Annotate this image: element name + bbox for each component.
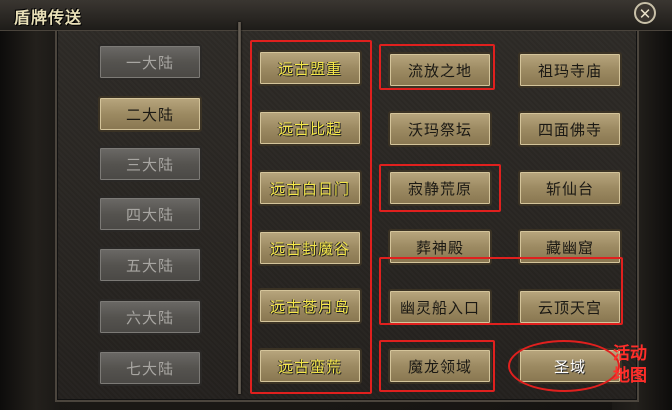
ancient-map-button[interactable]: 远古盟重 — [258, 50, 362, 86]
map-button[interactable]: 祖玛寺庙 — [518, 52, 622, 88]
map-button[interactable]: 魔龙领域 — [388, 348, 492, 384]
continent-button[interactable]: 一大陆 — [98, 44, 202, 80]
title-bar: 盾牌传送 ✕ — [0, 0, 672, 31]
map-button[interactable]: 幽灵船入口 — [388, 289, 492, 325]
close-icon: ✕ — [638, 5, 652, 23]
column-divider — [238, 22, 241, 394]
ancient-map-button[interactable]: 远古苍月岛 — [258, 288, 362, 324]
map-button-event[interactable]: 圣域 — [518, 348, 622, 384]
map-button[interactable]: 寂静荒原 — [388, 170, 492, 206]
map-button[interactable]: 云顶天宫 — [518, 289, 622, 325]
ancient-map-button[interactable]: 远古封魔谷 — [258, 230, 362, 266]
continent-button-selected[interactable]: 二大陆 — [98, 96, 202, 132]
window-title: 盾牌传送 — [14, 8, 83, 27]
annotation-line-2: 地图 — [613, 366, 647, 386]
map-button[interactable]: 斩仙台 — [518, 170, 622, 206]
continent-button[interactable]: 五大陆 — [98, 247, 202, 283]
continent-button[interactable]: 三大陆 — [98, 146, 202, 182]
continent-button[interactable]: 七大陆 — [98, 350, 202, 386]
map-button[interactable]: 流放之地 — [388, 52, 492, 88]
map-button[interactable]: 沃玛祭坛 — [388, 111, 492, 147]
ancient-map-button[interactable]: 远古蛮荒 — [258, 348, 362, 384]
map-button[interactable]: 四面佛寺 — [518, 111, 622, 147]
continent-button[interactable]: 六大陆 — [98, 299, 202, 335]
map-button[interactable]: 藏幽窟 — [518, 229, 622, 265]
annotation-line-1: 活动 — [613, 344, 647, 364]
ancient-map-button[interactable]: 远古比起 — [258, 110, 362, 146]
continent-button[interactable]: 四大陆 — [98, 196, 202, 232]
activity-map-annotation: 活动 地图 — [613, 343, 659, 387]
close-button[interactable]: ✕ — [634, 2, 656, 24]
left-ornament — [0, 0, 60, 410]
map-button[interactable]: 葬神殿 — [388, 229, 492, 265]
ancient-map-button[interactable]: 远古白日门 — [258, 170, 362, 206]
